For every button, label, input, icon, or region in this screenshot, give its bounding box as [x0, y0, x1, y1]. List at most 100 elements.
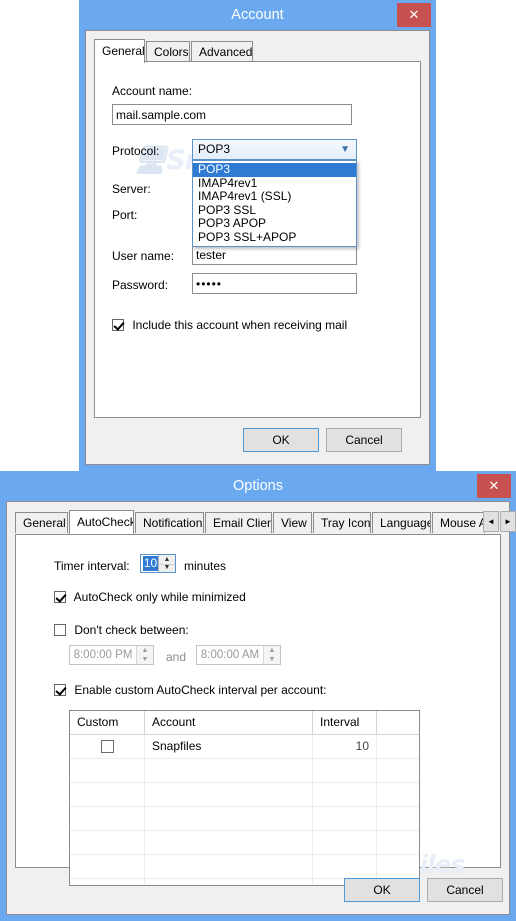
stepper-buttons[interactable]: ▲ ▼: [158, 555, 175, 572]
checkbox-icon[interactable]: [100, 740, 114, 753]
dropdown-option[interactable]: POP3 SSL+APOP: [193, 230, 356, 245]
account-ok-button[interactable]: OK: [243, 428, 319, 452]
include-account-label: Include this account when receiving mail: [132, 318, 348, 332]
time-from-value: 8:00:00 PM: [73, 649, 133, 661]
empty-cell: [145, 855, 313, 878]
tab-scroll-right-button[interactable]: ►: [500, 511, 516, 532]
tab-colors[interactable]: Colors: [146, 41, 190, 62]
options-ok-button[interactable]: OK: [344, 878, 420, 902]
tab-email-client[interactable]: Email Client: [205, 512, 272, 533]
protocol-label: Protocol:: [112, 144, 160, 158]
user-name-input[interactable]: [192, 244, 357, 265]
empty-cell: [145, 783, 313, 806]
tab-language[interactable]: Language: [372, 512, 431, 533]
stepper-down-icon[interactable]: ▼: [159, 564, 175, 573]
stepper-up-icon[interactable]: ▲: [137, 646, 153, 655]
timer-interval-stepper[interactable]: 10 ▲ ▼: [140, 554, 176, 573]
dropdown-option[interactable]: POP3 APOP: [193, 216, 356, 231]
enable-custom-interval-checkbox[interactable]: Enable custom AutoCheck interval per acc…: [54, 683, 326, 697]
empty-cell: [70, 831, 145, 854]
options-dialog: Options ✕ General AutoCheck Notification…: [0, 471, 516, 921]
tab-general[interactable]: General: [15, 512, 68, 533]
stepper-up-icon[interactable]: ▲: [264, 646, 280, 655]
column-header-custom[interactable]: Custom: [70, 711, 145, 734]
account-titlebar: Account ✕: [79, 0, 436, 30]
server-label: Server:: [112, 182, 151, 196]
empty-cell: [313, 855, 377, 878]
close-icon[interactable]: ✕: [397, 3, 431, 27]
checkbox-icon: [54, 591, 66, 603]
options-titlebar: Options ✕: [0, 471, 516, 501]
dropdown-option[interactable]: IMAP4rev1: [193, 176, 356, 191]
account-cancel-button[interactable]: Cancel: [326, 428, 402, 452]
enable-custom-interval-label: Enable custom AutoCheck interval per acc…: [74, 683, 327, 697]
empty-cell: [377, 759, 419, 782]
dropdown-option[interactable]: POP3 SSL: [193, 203, 356, 218]
time-to-value: 8:00:00 AM: [200, 649, 260, 661]
autocheck-minimized-label: AutoCheck only while minimized: [73, 590, 246, 604]
dropdown-option[interactable]: POP3: [193, 162, 356, 177]
empty-cell: [377, 855, 419, 878]
include-account-checkbox[interactable]: Include this account when receiving mail: [112, 318, 347, 332]
protocol-combobox[interactable]: POP3 ▼: [192, 139, 357, 160]
user-name-label: User name:: [112, 249, 175, 263]
account-dialog-title: Account: [231, 7, 284, 23]
checkbox-icon: [112, 319, 124, 331]
account-interval-grid[interactable]: Custom Account Interval Snapfiles 10: [69, 710, 420, 886]
empty-cell: [313, 831, 377, 854]
options-tabstrip: General AutoCheck Notification Email Cli…: [15, 510, 516, 535]
empty-cell: [377, 831, 419, 854]
empty-cell: [313, 783, 377, 806]
tab-mouse-actions[interactable]: Mouse A: [432, 512, 485, 533]
time-to-stepper[interactable]: 8:00:00 AM ▲ ▼: [196, 645, 281, 665]
protocol-combobox-value: POP3: [198, 142, 231, 156]
time-range-and-label: and: [166, 650, 187, 664]
timer-interval-value: 10: [143, 556, 158, 571]
row-interval-cell: 10: [313, 735, 377, 758]
tab-autocheck[interactable]: AutoCheck: [69, 510, 134, 534]
tab-notification[interactable]: Notification: [135, 512, 204, 533]
password-label: Password:: [112, 278, 169, 292]
table-row-empty[interactable]: [70, 831, 419, 855]
tab-advanced[interactable]: Advanced: [191, 41, 253, 62]
table-row[interactable]: Snapfiles 10: [70, 735, 419, 759]
tab-view[interactable]: View: [273, 512, 312, 533]
close-icon[interactable]: ✕: [477, 474, 511, 498]
stepper-buttons[interactable]: ▲ ▼: [263, 646, 280, 664]
account-client-area: General Colors Advanced 🖥SnapFiles Accou…: [85, 30, 430, 465]
password-input[interactable]: [192, 273, 357, 294]
dropdown-option[interactable]: IMAP4rev1 (SSL): [193, 189, 356, 204]
time-from-stepper[interactable]: 8:00:00 PM ▲ ▼: [69, 645, 154, 665]
autocheck-minimized-checkbox[interactable]: AutoCheck only while minimized: [54, 590, 246, 604]
protocol-dropdown-list[interactable]: POP3 IMAP4rev1 IMAP4rev1 (SSL) POP3 SSL …: [192, 160, 357, 247]
empty-cell: [70, 807, 145, 830]
options-client-area: General AutoCheck Notification Email Cli…: [6, 501, 516, 915]
stepper-buttons[interactable]: ▲ ▼: [136, 646, 153, 664]
stepper-down-icon[interactable]: ▼: [137, 655, 153, 664]
grid-empty-rows: [70, 759, 419, 885]
empty-cell: [70, 855, 145, 878]
tab-scroll-left-button[interactable]: ◄: [483, 511, 499, 532]
stepper-down-icon[interactable]: ▼: [264, 655, 280, 664]
table-row-empty[interactable]: [70, 807, 419, 831]
tab-general[interactable]: General: [94, 39, 145, 63]
row-custom-cell[interactable]: [70, 735, 145, 758]
column-header-interval[interactable]: Interval: [313, 711, 377, 734]
table-row-empty[interactable]: [70, 759, 419, 783]
options-dialog-title: Options: [233, 478, 283, 494]
dont-check-between-checkbox[interactable]: Don't check between:: [54, 623, 189, 637]
table-row-empty[interactable]: [70, 783, 419, 807]
chevron-down-icon: ▼: [340, 144, 350, 155]
empty-cell: [145, 807, 313, 830]
checkbox-icon: [54, 624, 66, 636]
column-header-blank[interactable]: [377, 711, 419, 734]
table-row-empty[interactable]: [70, 855, 419, 879]
empty-cell: [313, 759, 377, 782]
column-header-account[interactable]: Account: [145, 711, 313, 734]
options-cancel-button[interactable]: Cancel: [427, 878, 503, 902]
empty-cell: [145, 879, 313, 885]
options-autocheck-page: 🖥SnapFiles Timer interval: 10 ▲ ▼ minute…: [15, 534, 501, 886]
tab-tray-icon[interactable]: Tray Icon: [313, 512, 371, 533]
account-name-input[interactable]: [112, 104, 352, 125]
checkbox-icon: [54, 684, 66, 696]
